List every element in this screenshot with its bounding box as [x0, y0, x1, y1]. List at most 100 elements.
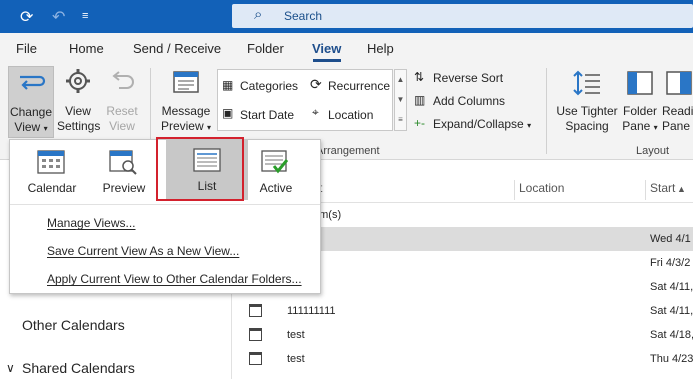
row-start: Fri 4/3/2 — [650, 257, 691, 269]
location-icon: ⌖ — [312, 105, 319, 119]
folder-pane-label-2: Pane — [622, 119, 651, 133]
row-start: Wed 4/1 — [650, 233, 691, 245]
ribbon-tabs: File Home Send / Receive Folder View Hel… — [0, 33, 693, 63]
arrangement-gallery: ▦ Categories ⟳ Recurrence ▣ Start Date ⌖… — [217, 69, 393, 131]
reset-icon — [112, 71, 134, 89]
tab-home[interactable]: Home — [69, 41, 104, 56]
reverse-sort-button[interactable]: Reverse Sort — [433, 71, 503, 85]
tab-send-receive[interactable]: Send / Receive — [133, 41, 221, 56]
folder-pane-label-1: Folder — [622, 104, 657, 118]
search-box[interactable]: ⌕ Search — [232, 4, 693, 28]
undo-icon[interactable]: ↶ — [52, 7, 65, 27]
start-date-icon: ▣ — [222, 106, 234, 120]
row-start: Thu 4/23 — [650, 353, 693, 365]
add-columns-icon: ▥ — [414, 93, 426, 107]
reset-view-label-2: View — [109, 119, 135, 133]
appointment-icon — [249, 328, 262, 341]
title-bar: ⟳ ↶ ≡ ⌕ Search — [0, 0, 693, 33]
tab-folder[interactable]: Folder — [247, 41, 284, 56]
arrangement-location[interactable]: Location — [328, 108, 373, 122]
recurrence-icon: ⟳ — [310, 76, 322, 92]
view-active[interactable]: Active — [234, 142, 318, 202]
change-view-button[interactable]: Change View ▾ — [8, 66, 54, 138]
sort-up-icon: ▲ — [677, 184, 686, 194]
customize-qat-icon[interactable]: ≡ — [82, 10, 88, 22]
gear-icon — [66, 69, 90, 93]
chevron-down-icon: ▾ — [43, 124, 48, 133]
change-view-icon — [20, 75, 46, 90]
add-columns-button[interactable]: Add Columns — [433, 94, 505, 108]
column-divider — [514, 180, 515, 200]
message-preview-icon — [173, 71, 199, 93]
sync-icon[interactable]: ⟳ — [20, 7, 33, 27]
expand-collapse-label: Expand/Collapse — [433, 117, 524, 131]
use-tighter-spacing-button[interactable]: Use Tighter Spacing — [553, 66, 621, 134]
column-start[interactable]: Start — [650, 181, 675, 201]
reading-pane-label-1: Readi — [662, 104, 693, 118]
appointment-icon — [249, 304, 262, 317]
active-view-icon — [261, 150, 289, 174]
calendar-view-icon — [37, 150, 65, 174]
use-tighter-label-1: Use Tighter — [556, 104, 618, 118]
spacing-icon — [573, 70, 600, 96]
message-preview-label-2: Preview — [160, 119, 204, 133]
apply-view-item[interactable]: Apply Current View to Other Calendar Fol… — [47, 272, 302, 286]
row-subject: test — [287, 353, 305, 365]
view-active-label: Active — [259, 181, 293, 195]
other-calendars-label[interactable]: Other Calendars — [22, 317, 125, 333]
view-preview-label: Preview — [102, 181, 146, 195]
message-preview-label-1: Message — [161, 104, 211, 118]
save-view-item[interactable]: Save Current View As a New View... — [47, 244, 239, 258]
table-row[interactable]: 111111111 Sat 4/11, — [233, 299, 693, 323]
active-tab-indicator — [313, 59, 341, 62]
reading-pane-label-2: Pane — [662, 119, 691, 133]
chevron-down-icon: ▾ — [653, 123, 658, 132]
change-view-label-1: Change — [9, 105, 53, 119]
view-settings-label-2: Settings — [57, 119, 101, 133]
reading-pane-button[interactable]: Readi Pane — [662, 66, 693, 134]
reset-view-label-1: Reset — [106, 104, 138, 118]
column-divider — [645, 180, 646, 200]
use-tighter-label-2: Spacing — [565, 119, 609, 133]
table-row[interactable]: test Sat 4/18, — [233, 323, 693, 347]
chevron-down-icon: ▾ — [527, 121, 532, 130]
view-preview[interactable]: Preview — [82, 142, 166, 202]
manage-views-item[interactable]: Manage Views... — [47, 216, 136, 230]
row-subject: 111111111 — [287, 305, 336, 317]
appointment-icon — [249, 352, 262, 365]
arrangement-start-date[interactable]: Start Date — [240, 108, 294, 122]
expand-collapse-icon: +- — [414, 116, 426, 130]
arrangement-recurrence[interactable]: Recurrence — [328, 79, 390, 93]
shared-calendars-label[interactable]: Shared Calendars — [22, 360, 135, 376]
tab-view[interactable]: View — [312, 41, 341, 56]
reset-view-button[interactable]: Reset View — [102, 66, 142, 134]
column-location[interactable]: Location — [519, 181, 564, 201]
row-start: Sat 4/18, — [650, 329, 693, 341]
layout-group-label: Layout — [636, 145, 670, 157]
arrangement-group-label: Arrangement — [316, 145, 380, 157]
ribbon-separator — [546, 68, 547, 154]
chevron-down-icon[interactable]: ∨ — [6, 361, 15, 375]
tab-file[interactable]: File — [16, 41, 37, 56]
reverse-sort-icon: ⇅ — [414, 70, 425, 84]
search-placeholder: Search — [284, 9, 323, 23]
folder-pane-button[interactable]: Folder Pane ▾ — [620, 66, 660, 135]
preview-view-icon — [109, 150, 137, 175]
change-view-label-2: View — [14, 120, 41, 134]
gallery-scroll[interactable]: ▲ ▼ ≡ — [394, 69, 407, 131]
dropdown-divider — [10, 204, 320, 205]
tab-help[interactable]: Help — [367, 41, 394, 56]
highlight-annotation — [156, 137, 244, 201]
message-preview-button[interactable]: Message Preview ▾ — [160, 66, 212, 135]
reading-pane-icon — [666, 71, 692, 95]
row-start: Sat 4/11, — [650, 281, 693, 293]
view-settings-button[interactable]: View Settings — [57, 66, 101, 134]
row-start: Sat 4/11, — [650, 305, 693, 317]
row-subject: test — [287, 329, 305, 341]
arrangement-categories[interactable]: Categories — [240, 79, 298, 93]
chevron-down-icon: ▾ — [207, 123, 212, 132]
search-icon: ⌕ — [254, 6, 263, 23]
expand-collapse-button[interactable]: Expand/Collapse ▾ — [433, 117, 531, 131]
table-row[interactable]: test Thu 4/23 — [233, 347, 693, 371]
categories-icon: ▦ — [222, 78, 234, 92]
